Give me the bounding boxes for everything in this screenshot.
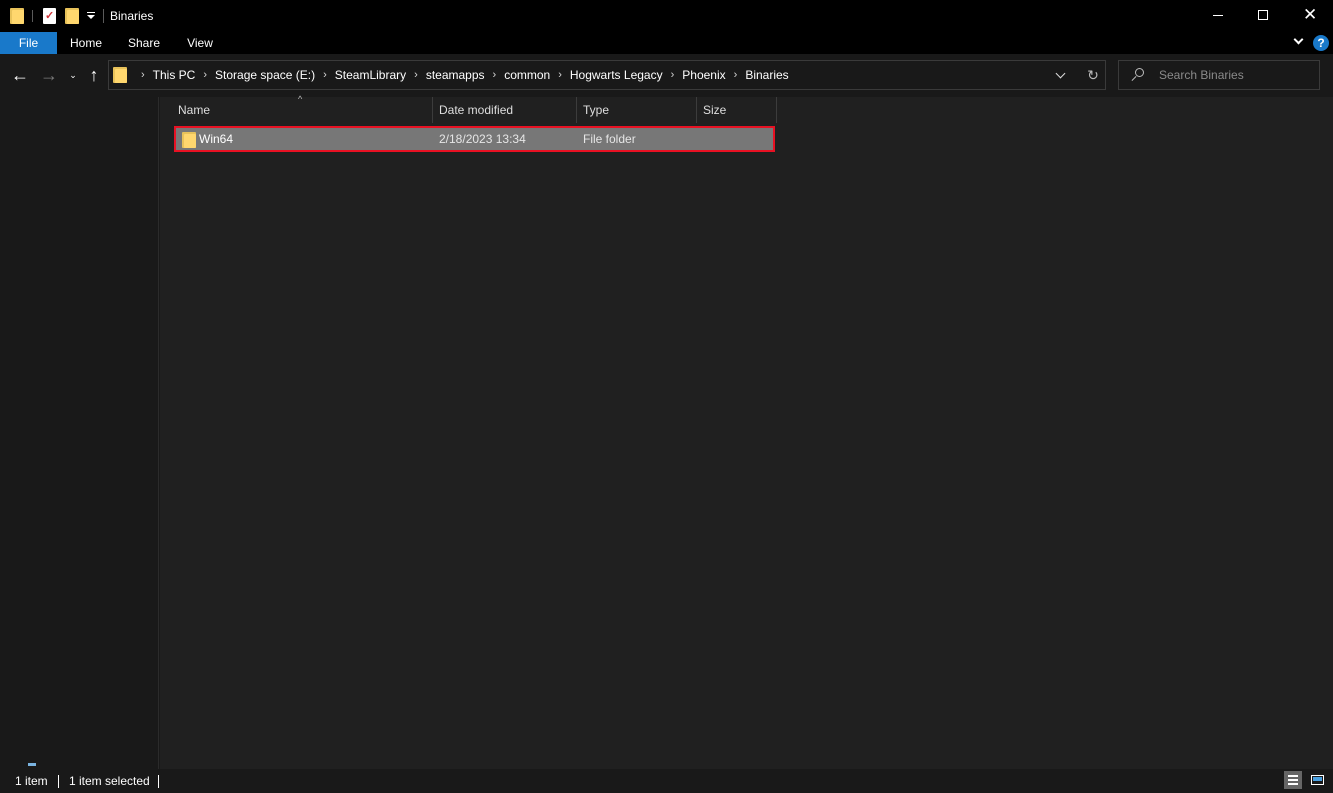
minimize-button[interactable] [1195, 0, 1241, 32]
status-separator [58, 775, 59, 788]
help-icon[interactable]: ? [1313, 35, 1329, 51]
quick-access-separator [32, 10, 33, 22]
breadcrumb-binaries[interactable]: Binaries [745, 68, 788, 82]
breadcrumb-steamapps[interactable]: steamapps [426, 68, 485, 82]
column-header-type[interactable]: Type [577, 97, 696, 123]
breadcrumb-this-pc[interactable]: This PC [153, 68, 196, 82]
title-separator [103, 9, 104, 23]
tab-share[interactable]: Share [118, 32, 170, 54]
breadcrumb-phoenix[interactable]: Phoenix [682, 68, 725, 82]
status-bar: 1 item 1 item selected [0, 769, 1333, 793]
breadcrumb: › This PC › Storage space (E:) › SteamLi… [133, 61, 789, 89]
large-icons-view-button[interactable] [1308, 771, 1326, 789]
breadcrumb-separator[interactable]: › [493, 69, 497, 81]
breadcrumb-common[interactable]: common [504, 68, 550, 82]
selection-count: 1 item selected [69, 774, 150, 788]
up-button[interactable]: ↑ [84, 64, 104, 86]
column-header-name[interactable]: Name [172, 97, 432, 123]
search-input[interactable]: Search Binaries [1159, 68, 1244, 82]
recent-locations-button[interactable]: ⌄ [66, 64, 80, 86]
breadcrumb-separator[interactable]: › [671, 69, 675, 81]
back-button[interactable]: ← [9, 64, 31, 86]
column-divider[interactable] [776, 97, 777, 123]
tab-file[interactable]: File [0, 32, 57, 54]
navigation-pane[interactable] [0, 97, 159, 769]
expand-ribbon-icon[interactable] [1293, 34, 1305, 49]
status-separator [158, 775, 159, 788]
address-bar[interactable]: › This PC › Storage space (E:) › SteamLi… [108, 60, 1106, 90]
ribbon: File Home Share View ? [0, 32, 1333, 54]
breadcrumb-separator[interactable]: › [203, 69, 207, 81]
search-box[interactable]: Search Binaries [1118, 60, 1320, 90]
maximize-icon [1258, 10, 1268, 20]
maximize-button[interactable] [1240, 0, 1286, 32]
new-folder-icon[interactable] [65, 8, 79, 24]
properties-icon[interactable]: ✓ [43, 8, 56, 24]
breadcrumb-separator[interactable]: › [734, 69, 738, 81]
search-icon [1131, 68, 1145, 82]
column-header-date-modified[interactable]: Date modified [433, 97, 576, 123]
navigation-bar: ← → ⌄ ↑ › This PC › Storage space (E:) ›… [0, 54, 1333, 97]
breadcrumb-hogwarts-legacy[interactable]: Hogwarts Legacy [570, 68, 663, 82]
forward-button[interactable]: → [38, 64, 60, 86]
file-list[interactable]: ^ Name Date modified Type Size Win64 2/1… [160, 94, 1333, 769]
window-title: Binaries [110, 9, 154, 23]
breadcrumb-separator[interactable]: › [141, 69, 145, 81]
customize-quick-access-icon[interactable] [86, 9, 96, 23]
folder-icon [10, 8, 24, 24]
item-count: 1 item [15, 774, 48, 788]
file-type: File folder [583, 132, 636, 146]
column-header-size[interactable]: Size [697, 97, 776, 123]
details-view-button[interactable] [1284, 771, 1302, 789]
file-date-modified: 2/18/2023 13:34 [439, 132, 526, 146]
folder-icon [182, 132, 196, 148]
breadcrumb-separator[interactable]: › [323, 69, 327, 81]
file-name: Win64 [199, 132, 234, 146]
refresh-icon[interactable]: ↻ [1085, 66, 1101, 84]
minimize-icon [1213, 15, 1223, 16]
folder-icon [113, 67, 127, 83]
table-row[interactable]: Win64 2/18/2023 13:34 File folder [174, 126, 775, 152]
close-icon: ✕ [1303, 5, 1318, 24]
breadcrumb-separator[interactable]: › [558, 69, 562, 81]
close-button[interactable]: ✕ [1287, 0, 1333, 32]
breadcrumb-steamlibrary[interactable]: SteamLibrary [335, 68, 406, 82]
title-bar: ✓ Binaries ✕ [0, 0, 1333, 32]
breadcrumb-storage-space[interactable]: Storage space (E:) [215, 68, 315, 82]
tab-view[interactable]: View [176, 32, 224, 54]
tab-home[interactable]: Home [60, 32, 112, 54]
address-history-dropdown-icon[interactable] [1055, 68, 1067, 82]
pane-scroll-indicator [28, 763, 36, 766]
breadcrumb-separator[interactable]: › [414, 69, 418, 81]
